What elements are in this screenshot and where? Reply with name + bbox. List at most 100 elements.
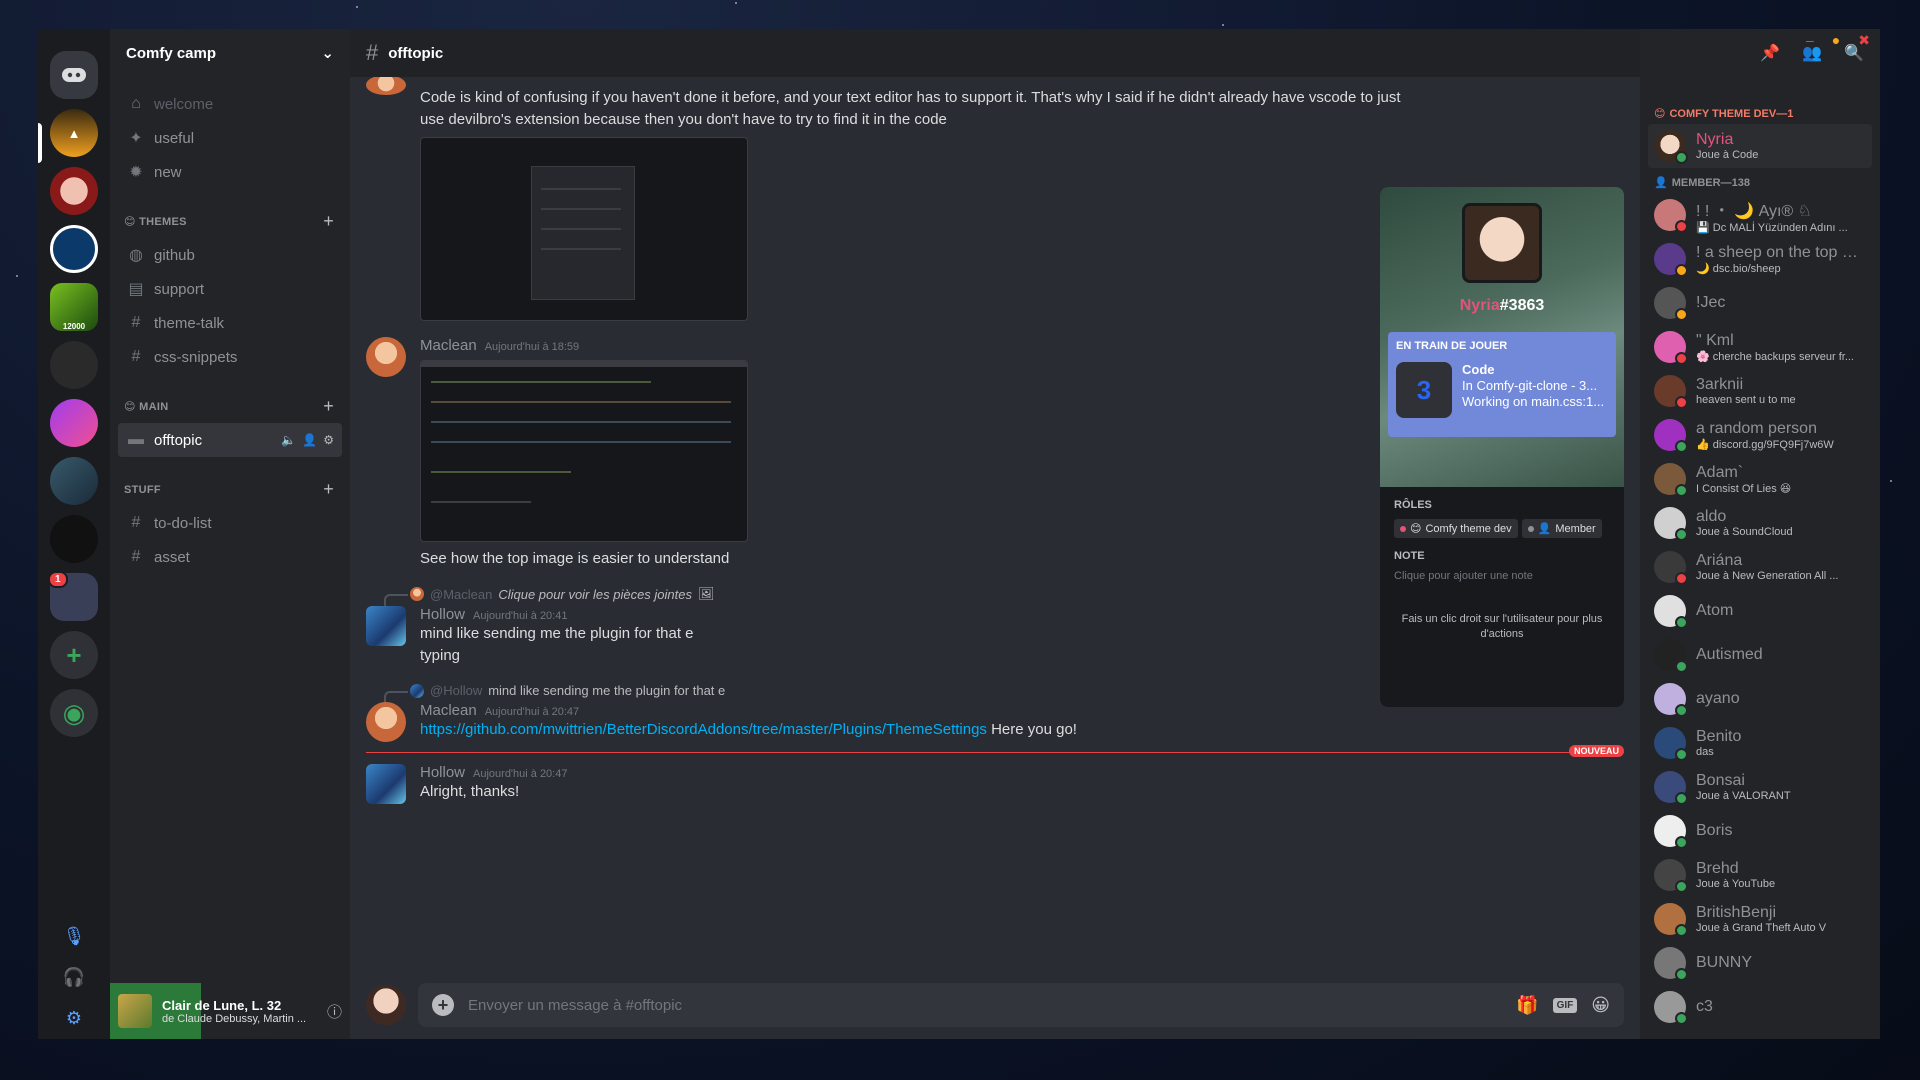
upload-plus-icon[interactable]: +	[432, 994, 454, 1016]
category-stuff[interactable]: STUFF +	[118, 457, 342, 506]
channel-offtopic[interactable]: ▬ offtopic 🔈 👤 ⚙	[118, 423, 342, 457]
author-name[interactable]: Maclean	[420, 702, 477, 719]
member-item[interactable]: c3	[1648, 985, 1872, 1029]
home-button[interactable]	[50, 51, 98, 99]
member-item[interactable]: BUNNY	[1648, 941, 1872, 985]
discord-logo-icon	[62, 68, 86, 82]
message-input[interactable]	[468, 996, 1503, 1014]
channel-github[interactable]: ◍ github	[118, 238, 342, 272]
server-avatar[interactable]	[50, 167, 98, 215]
maximize-icon[interactable]: ●	[1832, 32, 1840, 49]
channel-welcome[interactable]: ⌂ welcome	[118, 87, 342, 121]
note-input[interactable]: Clique pour ajouter une note	[1394, 570, 1610, 582]
channel-title: offtopic	[388, 44, 444, 62]
member-item[interactable]: BritishBenji Joue à Grand Theft Auto V	[1648, 897, 1872, 941]
member-status: Joue à New Generation All ...	[1696, 570, 1839, 582]
member-item[interactable]: Bonsai Joue à VALORANT	[1648, 765, 1872, 809]
channel-css-snippets[interactable]: # css-snippets	[118, 340, 342, 374]
category-themes[interactable]: 😊 THEMES +	[118, 189, 342, 238]
add-channel-icon[interactable]: +	[323, 479, 334, 500]
speaker-icon[interactable]: 🔈	[281, 433, 296, 447]
author-name[interactable]: Hollow	[420, 606, 465, 623]
attachment-image[interactable]	[420, 137, 748, 321]
server-kraken[interactable]	[50, 515, 98, 563]
profile-avatar[interactable]	[1462, 203, 1542, 283]
role-chip[interactable]: 👤 Member	[1521, 519, 1602, 538]
avatar[interactable]	[366, 764, 406, 804]
attachment-image[interactable]	[420, 360, 748, 542]
member-avatar	[1654, 419, 1688, 453]
channel-theme-talk[interactable]: # theme-talk	[118, 306, 342, 340]
group-heading: 😊 COMFY THEME DEV—1	[1654, 107, 1794, 121]
member-name: aldo	[1696, 508, 1727, 525]
member-status: 🌙 dsc.bio/sheep	[1696, 262, 1781, 275]
member-item[interactable]: Benito das	[1648, 721, 1872, 765]
channel-support[interactable]: ▤ support	[118, 272, 342, 306]
server-icon[interactable]	[50, 457, 98, 505]
server-icon[interactable]	[50, 399, 98, 447]
info-icon[interactable]: ⓘ	[327, 1001, 342, 1022]
server-header[interactable]: Comfy camp ⌄	[110, 29, 350, 77]
gift-icon[interactable]: 🎁	[1516, 995, 1538, 1016]
avatar[interactable]	[366, 77, 406, 95]
hash-icon: #	[131, 314, 141, 331]
add-channel-icon[interactable]: +	[323, 396, 334, 417]
channel-asset[interactable]: # asset	[118, 540, 342, 574]
member-item[interactable]: a random person 👍 discord.gg/9FQ9Fj7w6W	[1648, 413, 1872, 457]
member-item[interactable]: aldo Joue à SoundCloud	[1648, 501, 1872, 545]
member-item[interactable]: !Jec	[1648, 281, 1872, 325]
invite-icon[interactable]: 👤	[302, 433, 317, 447]
member-avatar	[1654, 639, 1688, 673]
author-name[interactable]: Maclean	[420, 337, 477, 354]
member-name: ayano	[1696, 690, 1740, 707]
now-playing-panel[interactable]: Clair de Lune, L. 32 de Claude Debussy, …	[110, 983, 350, 1039]
member-item[interactable]: 3arknii heaven sent u to me	[1648, 369, 1872, 413]
group-heading: 👤 MEMBER—138	[1654, 176, 1750, 190]
server-icon[interactable]: 12000	[50, 283, 98, 331]
channel-new[interactable]: ✹ new	[118, 155, 342, 189]
gif-button[interactable]: GIF	[1552, 997, 1578, 1013]
server-icon[interactable]	[50, 225, 98, 273]
category-main[interactable]: 😊 MAIN +	[118, 374, 342, 423]
member-item[interactable]: Atom	[1648, 589, 1872, 633]
headphones-icon[interactable]: 🎧	[63, 967, 85, 988]
member-status: Joue à SoundCloud	[1696, 526, 1793, 538]
server-folder[interactable]: 1	[48, 571, 98, 621]
author-name[interactable]: Hollow	[420, 764, 465, 781]
server-icon[interactable]	[50, 341, 98, 389]
member-name: " Kml	[1696, 331, 1734, 349]
emoji-picker-icon[interactable]: 😀	[1591, 995, 1610, 1016]
add-server-button[interactable]: +	[50, 631, 98, 679]
dialog-preview	[531, 166, 635, 300]
explore-servers-button[interactable]: ◉	[50, 689, 98, 737]
self-avatar[interactable]	[366, 985, 406, 1025]
microphone-icon[interactable]: 🎙	[63, 926, 86, 947]
member-item[interactable]: Adam` I Consist Of Lies 😆	[1648, 457, 1872, 501]
member-item[interactable]: Brehd Joue à YouTube	[1648, 853, 1872, 897]
role-chip[interactable]: 😊 Comfy theme dev	[1394, 519, 1518, 538]
minimize-icon[interactable]: –	[1806, 32, 1814, 49]
add-channel-icon[interactable]: +	[323, 211, 334, 232]
avatar[interactable]	[366, 337, 406, 377]
member-item[interactable]: ! ! ・ 🌙 Ayı® ♘ 💾 Dc MALİ Yüzünden Adını .…	[1648, 193, 1872, 237]
github-link[interactable]: https://github.com/mwittrien/BetterDisco…	[420, 721, 987, 738]
pin-icon[interactable]: 📌	[1760, 43, 1780, 63]
github-icon: ◍	[129, 247, 143, 264]
member-item[interactable]: Autismed	[1648, 633, 1872, 677]
member-item[interactable]: Boris	[1648, 809, 1872, 853]
avatar[interactable]	[366, 606, 406, 646]
popout-hint: Fais un clic droit sur l'utilisateur pou…	[1401, 613, 1603, 640]
member-item[interactable]: Nyria Joue à Code	[1648, 124, 1872, 168]
channel-settings-icon[interactable]: ⚙	[323, 433, 334, 447]
close-icon[interactable]: ✖	[1858, 32, 1870, 49]
member-item[interactable]: " Kml 🌸 cherche backups serveur fr...	[1648, 325, 1872, 369]
member-item[interactable]: ayano	[1648, 677, 1872, 721]
settings-gear-icon[interactable]: ⚙	[66, 1008, 82, 1029]
avatar[interactable]	[366, 702, 406, 742]
member-item[interactable]: ! a sheep on the top of ... 🌙 dsc.bio/she…	[1648, 237, 1872, 281]
server-campfire[interactable]: ▲	[38, 109, 98, 163]
member-item[interactable]: Ariána Joue à New Generation All ...	[1648, 545, 1872, 589]
channel-useful[interactable]: ✦ useful	[118, 121, 342, 155]
fire-icon: ▲	[67, 125, 81, 141]
channel-to-do-list[interactable]: # to-do-list	[118, 506, 342, 540]
